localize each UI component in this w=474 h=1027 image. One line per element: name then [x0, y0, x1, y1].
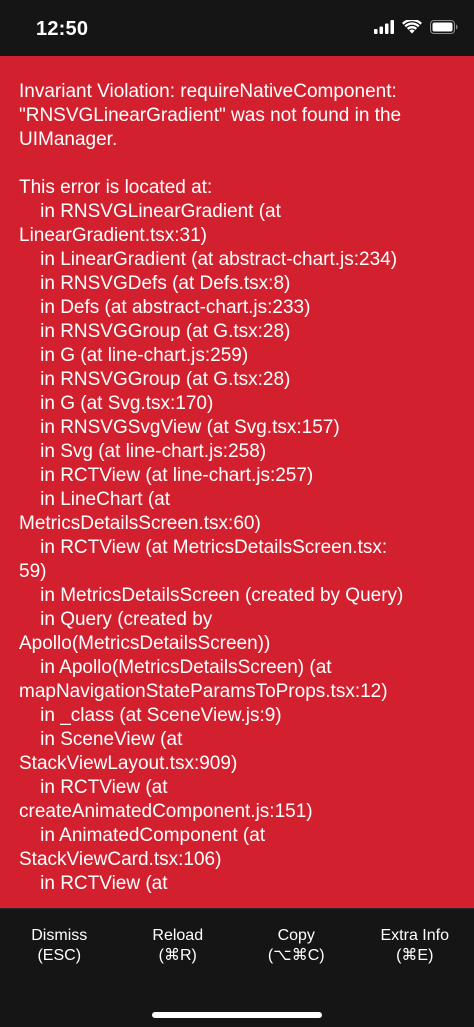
- dismiss-button[interactable]: Dismiss (ESC): [0, 909, 119, 973]
- extra-info-button-shortcut: (⌘E): [396, 946, 433, 966]
- copy-button-label: Copy: [278, 926, 315, 946]
- status-bar: 12:50: [0, 0, 474, 56]
- status-time: 12:50: [36, 18, 88, 41]
- reload-button-label: Reload: [152, 926, 203, 946]
- reload-button[interactable]: Reload (⌘R): [119, 909, 238, 973]
- redbox-error-panel[interactable]: Invariant Violation: requireNativeCompon…: [0, 56, 474, 908]
- dismiss-button-shortcut: (ESC): [37, 946, 81, 966]
- status-icons: [374, 20, 458, 34]
- home-indicator[interactable]: [152, 1012, 322, 1018]
- cellular-signal-icon: [374, 20, 394, 34]
- wifi-icon: [402, 20, 422, 34]
- extra-info-button[interactable]: Extra Info (⌘E): [356, 909, 474, 973]
- copy-button-shortcut: (⌥⌘C): [268, 946, 325, 966]
- battery-icon: [430, 20, 458, 34]
- reload-button-shortcut: (⌘R): [159, 946, 197, 966]
- redbox-toolbar: Dismiss (ESC) Reload (⌘R) Copy (⌥⌘C) Ext…: [0, 908, 474, 1027]
- extra-info-button-label: Extra Info: [381, 926, 449, 946]
- dismiss-button-label: Dismiss: [31, 926, 87, 946]
- copy-button[interactable]: Copy (⌥⌘C): [237, 909, 356, 973]
- error-message: Invariant Violation: requireNativeCompon…: [0, 56, 474, 896]
